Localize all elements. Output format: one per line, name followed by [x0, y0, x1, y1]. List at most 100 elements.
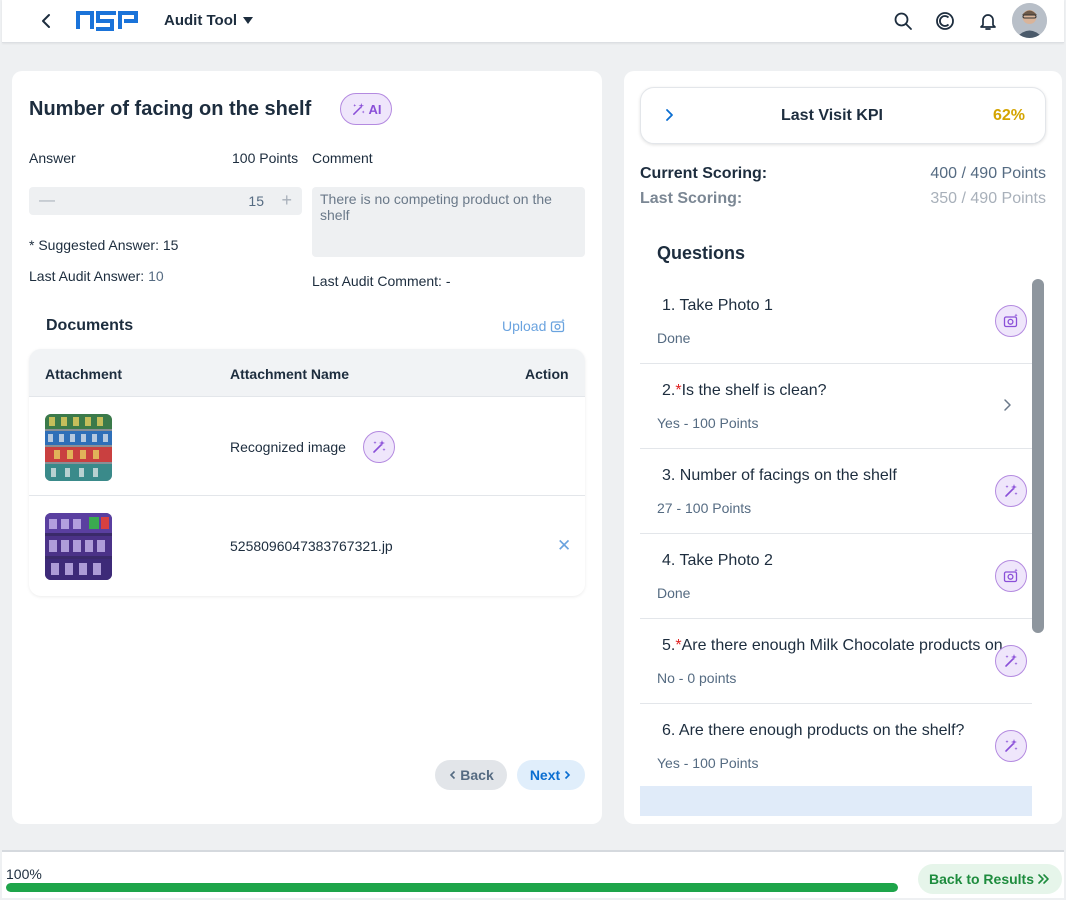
list-item[interactable]: 3. Number of facings on the shelf 27 - 1… — [640, 449, 1032, 534]
decrement-button[interactable]: — — [39, 192, 55, 210]
magic-wand-icon — [1005, 739, 1018, 752]
comment-textarea[interactable]: There is no competing product on the she… — [312, 187, 585, 257]
increment-button[interactable]: + — [281, 190, 292, 211]
question-text: 5.*Are there enough Milk Chocolate produ… — [662, 637, 1002, 654]
magic-wand-icon — [373, 440, 386, 453]
questions-panel: Last Visit KPI 62% Current Scoring: 400 … — [624, 71, 1062, 824]
shell-bar: Audit Tool — [2, 0, 1064, 43]
camera-ai-icon — [1003, 313, 1018, 328]
chevron-right-icon[interactable] — [1000, 398, 1014, 412]
progress-bar-fill — [6, 883, 898, 892]
shelf-thumbnail[interactable] — [45, 513, 112, 580]
last-audit-answer-value: 10 — [148, 268, 164, 284]
attachment-name: 5258096047383767321.jp — [230, 538, 393, 554]
next-button-label: Next — [529, 767, 561, 783]
ai-button-label: AI — [368, 101, 382, 117]
shelf-thumbnail[interactable] — [45, 414, 112, 481]
last-audit-comment: Last Audit Comment: - — [312, 273, 451, 289]
answer-stepper: — 15 + — [29, 187, 302, 215]
chevron-left-icon — [450, 770, 456, 780]
table-row: 5258096047383767321.jp ✕ — [29, 496, 585, 596]
question-text: 3. Number of facings on the shelf — [662, 467, 897, 484]
progress-bar — [6, 883, 898, 892]
back-chevron-icon[interactable] — [38, 12, 56, 30]
list-item[interactable]: 2.*Is the shelf is clean? Yes - 100 Poin… — [640, 364, 1032, 449]
double-chevron-right-icon — [1038, 874, 1049, 884]
magic-wand-icon — [352, 102, 365, 115]
back-to-results-label: Back to Results — [928, 871, 1035, 887]
copilot-icon[interactable] — [935, 11, 955, 31]
question-status: No - 0 points — [657, 670, 737, 686]
suggested-answer: * Suggested Answer: 15 — [29, 237, 179, 253]
question-detail-panel: Number of facing on the shelf AI Answer … — [12, 71, 602, 824]
list-item[interactable]: 1. Take Photo 1 Done — [640, 279, 1032, 364]
bell-icon[interactable] — [978, 11, 998, 31]
question-text: 1. Take Photo 1 — [662, 297, 773, 314]
current-scoring-value: 400 / 490 Points — [930, 165, 1046, 182]
upload-label: Upload — [502, 318, 547, 334]
chevron-right-icon — [565, 770, 571, 780]
answer-label: Answer — [29, 150, 76, 166]
question-text: 4. Take Photo 2 — [662, 552, 773, 569]
last-visit-kpi-card[interactable]: Last Visit KPI 62% — [640, 87, 1046, 144]
attachment-name: Recognized image — [230, 439, 346, 455]
questions-list: 1. Take Photo 1 Done 2.*Is the shelf is … — [640, 279, 1032, 816]
nsp-logo — [76, 11, 138, 31]
recognize-ai-button[interactable] — [363, 431, 395, 463]
camera-ai-icon — [551, 318, 566, 333]
answer-value[interactable]: 15 — [248, 193, 264, 209]
magic-wand-icon — [1005, 484, 1018, 497]
caret-down-icon[interactable] — [242, 14, 254, 26]
camera-ai-button[interactable] — [995, 305, 1027, 337]
column-header-attachment-name: Attachment Name — [230, 366, 350, 382]
kpi-label: Last Visit KPI — [781, 107, 883, 124]
questions-scrollbar[interactable] — [1032, 279, 1044, 633]
table-row: Recognized image — [29, 397, 585, 496]
footer-bar: 100% Back to Results — [2, 850, 1064, 898]
column-header-attachment: Attachment — [45, 366, 123, 382]
magic-ai-button[interactable] — [995, 730, 1027, 762]
camera-ai-button[interactable] — [995, 560, 1027, 592]
points-label: 100 Points — [232, 150, 299, 166]
question-text: 6. Are there enough products on the shel… — [662, 722, 965, 739]
ai-button[interactable]: AI — [340, 93, 392, 125]
column-header-action: Action — [525, 366, 569, 382]
last-scoring-label: Last Scoring: — [640, 190, 743, 207]
back-to-results-button[interactable]: Back to Results — [918, 864, 1062, 894]
comment-label: Comment — [312, 150, 373, 166]
search-icon[interactable] — [893, 11, 913, 31]
kpi-value: 62% — [992, 107, 1025, 124]
progress-label: 100% — [6, 866, 42, 882]
back-button[interactable]: Back — [435, 760, 507, 790]
chevron-right-icon[interactable] — [661, 107, 677, 123]
documents-title: Documents — [46, 317, 134, 334]
next-button[interactable]: Next — [517, 760, 585, 790]
last-audit-answer: Last Audit Answer: 10 — [29, 268, 164, 284]
camera-ai-icon — [1003, 568, 1018, 583]
current-scoring-label: Current Scoring: — [640, 165, 768, 182]
upload-link[interactable]: Upload — [502, 318, 566, 334]
question-status: 27 - 100 Points — [657, 500, 752, 516]
app-title[interactable]: Audit Tool — [164, 12, 237, 29]
close-icon[interactable]: ✕ — [557, 536, 571, 556]
question-status: Yes - 100 Points — [657, 755, 759, 771]
magic-ai-button[interactable] — [995, 645, 1027, 677]
magic-wand-icon — [1005, 654, 1018, 667]
documents-table: Attachment Attachment Name Action Recogn… — [29, 349, 585, 596]
magic-ai-button[interactable] — [995, 475, 1027, 507]
last-scoring-value: 350 / 490 Points — [930, 190, 1046, 207]
question-status: Done — [657, 330, 691, 346]
question-status: Yes - 100 Points — [657, 415, 759, 431]
list-item[interactable]: 6. Are there enough products on the shel… — [640, 704, 1032, 789]
list-item[interactable]: 4. Take Photo 2 Done — [640, 534, 1032, 619]
question-title: Number of facing on the shelf — [29, 98, 312, 120]
next-question-item-partial[interactable] — [640, 786, 1032, 816]
documents-table-header: Attachment Attachment Name Action — [29, 349, 585, 397]
back-button-label: Back — [460, 767, 494, 783]
question-status: Done — [657, 585, 691, 601]
avatar[interactable] — [1012, 3, 1047, 38]
questions-title: Questions — [657, 243, 746, 263]
last-audit-answer-label: Last Audit Answer: — [29, 268, 145, 284]
list-item[interactable]: 5.*Are there enough Milk Chocolate produ… — [640, 619, 1032, 704]
question-text: 2.*Is the shelf is clean? — [662, 382, 827, 399]
